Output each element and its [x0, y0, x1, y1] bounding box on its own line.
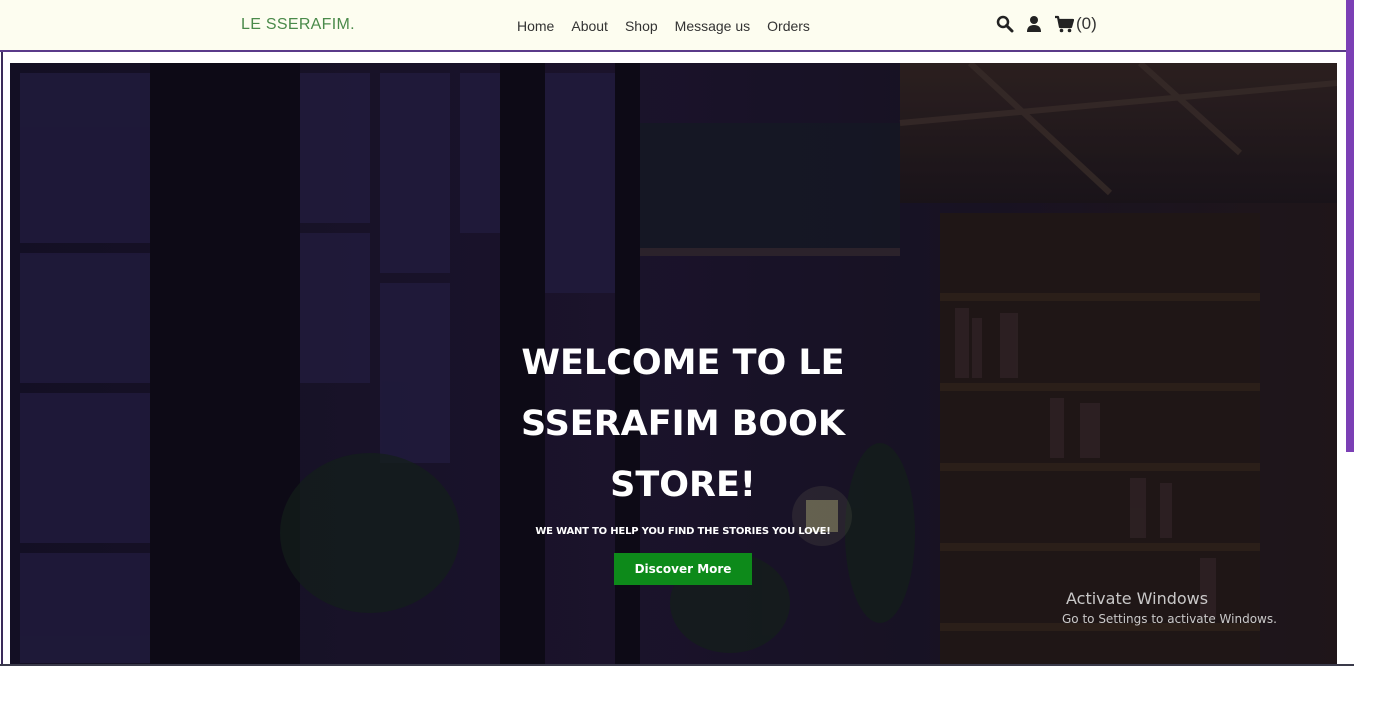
hero-content: WELCOME TO LE SSERAFIM BOOK STORE! WE WA… [507, 333, 859, 585]
navbar: LE SSERAFIM. Home About Shop Message us … [0, 0, 1346, 52]
side-accent-strip [1346, 0, 1354, 452]
cart-icon[interactable]: (0) [1054, 14, 1097, 34]
cart-count: (0) [1076, 14, 1097, 33]
watermark-title: Activate Windows [1066, 589, 1209, 608]
hero-banner: WELCOME TO LE SSERAFIM BOOK STORE! WE WA… [10, 63, 1337, 664]
activate-windows-watermark: Activate Windows Go to Settings to activ… [1062, 589, 1277, 626]
hero-subtitle: WE WANT TO HELP YOU FIND THE STORIES YOU… [535, 526, 831, 537]
hero-title: WELCOME TO LE SSERAFIM BOOK STORE! [520, 343, 846, 505]
nav-link-orders[interactable]: Orders [767, 18, 810, 34]
nav-link-about[interactable]: About [571, 18, 608, 34]
nav-icons: (0) [996, 14, 1097, 34]
brand-logo[interactable]: LE SSERAFIM. [241, 16, 355, 34]
search-icon[interactable] [996, 15, 1014, 33]
user-icon[interactable] [1026, 15, 1042, 33]
bottom-divider [0, 664, 1354, 666]
nav-links: Home About Shop Message us Orders [517, 18, 810, 34]
discover-more-button[interactable]: Discover More [613, 553, 753, 585]
page: LE SSERAFIM. Home About Shop Message us … [0, 0, 1384, 728]
nav-link-message-us[interactable]: Message us [675, 18, 750, 34]
watermark-subtitle: Go to Settings to activate Windows. [1062, 612, 1277, 626]
nav-link-shop[interactable]: Shop [625, 18, 658, 34]
nav-link-home[interactable]: Home [517, 18, 554, 34]
